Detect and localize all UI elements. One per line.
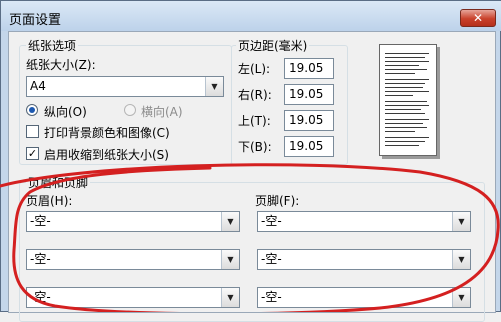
page-setup-dialog: 页面设置 ✕ 纸张选项 纸张大小(Z): A4 ▼ 纵向(O) 横向(A) 打印… <box>0 0 501 322</box>
portrait-label: 纵向(O) <box>44 105 87 119</box>
header-footer-group: 页眉和页脚 页眉(H): 页脚(F): -空- ▼ -空- ▼ -空- ▼ -空… <box>19 174 485 322</box>
margin-top-label: 上(T): <box>238 114 271 128</box>
close-button[interactable]: ✕ <box>460 9 496 27</box>
header-label: 页眉(H): <box>26 194 73 208</box>
paper-options-legend: 纸张选项 <box>26 37 79 54</box>
margins-group: 页边距(毫米) 左(L): 19.05 右(R): 19.05 上(T): 19… <box>231 37 348 165</box>
chevron-down-icon: ▼ <box>221 250 239 269</box>
chevron-down-icon: ▼ <box>452 288 470 307</box>
header-right-value: -空- <box>30 290 51 304</box>
print-background-label: 打印背景颜色和图像(C) <box>44 126 170 140</box>
paper-size-select[interactable]: A4 ▼ <box>26 76 224 97</box>
paper-options-group: 纸张选项 纸张大小(Z): A4 ▼ 纵向(O) 横向(A) 打印背景颜色和图像… <box>19 37 232 165</box>
paper-size-value: A4 <box>30 79 46 93</box>
header-select-left[interactable]: -空- ▼ <box>26 211 240 232</box>
footer-select-right[interactable]: -空- ▼ <box>257 287 471 308</box>
dialog-body: 纸张选项 纸张大小(Z): A4 ▼ 纵向(O) 横向(A) 打印背景颜色和图像… <box>8 31 496 322</box>
chevron-down-icon: ▼ <box>221 288 239 307</box>
chevron-down-icon: ▼ <box>205 77 223 96</box>
margin-bottom-input[interactable]: 19.05 <box>284 136 334 157</box>
header-footer-legend: 页眉和页脚 <box>26 174 91 191</box>
chevron-down-icon: ▼ <box>452 250 470 269</box>
footer-left-value: -空- <box>261 214 282 228</box>
header-select-center[interactable]: -空- ▼ <box>26 249 240 270</box>
footer-select-center[interactable]: -空- ▼ <box>257 249 471 270</box>
landscape-radio[interactable] <box>124 104 136 116</box>
dialog-title: 页面设置 <box>9 13 62 28</box>
shrink-to-fit-checkbox[interactable]: ✓ <box>26 147 39 160</box>
footer-center-value: -空- <box>261 252 282 266</box>
footer-label: 页脚(F): <box>255 194 300 208</box>
margin-bottom-label: 下(B): <box>238 140 272 154</box>
margin-right-label: 右(R): <box>238 88 272 102</box>
header-center-value: -空- <box>30 252 51 266</box>
margin-top-input[interactable]: 19.05 <box>284 110 334 131</box>
footer-right-value: -空- <box>261 290 282 304</box>
margin-right-input[interactable]: 19.05 <box>284 84 334 105</box>
portrait-radio[interactable] <box>26 104 38 116</box>
margin-left-input[interactable]: 19.05 <box>284 58 334 79</box>
header-select-right[interactable]: -空- ▼ <box>26 287 240 308</box>
margins-legend: 页边距(毫米) <box>236 37 310 54</box>
shrink-to-fit-label: 启用收缩到纸张大小(S) <box>44 148 169 162</box>
title-bar: 页面设置 ✕ <box>1 1 501 31</box>
margin-left-label: 左(L): <box>238 62 271 76</box>
print-background-checkbox[interactable] <box>26 125 39 138</box>
header-left-value: -空- <box>30 214 51 228</box>
page-preview <box>379 44 437 156</box>
landscape-label: 横向(A) <box>141 105 183 119</box>
chevron-down-icon: ▼ <box>452 212 470 231</box>
paper-size-label: 纸张大小(Z): <box>26 58 96 72</box>
footer-select-left[interactable]: -空- ▼ <box>257 211 471 232</box>
chevron-down-icon: ▼ <box>221 212 239 231</box>
